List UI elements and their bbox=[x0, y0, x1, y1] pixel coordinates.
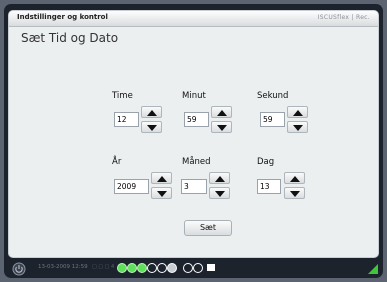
month-label: Måned bbox=[182, 157, 211, 167]
hour-up-button[interactable] bbox=[141, 106, 162, 118]
minute-down-button[interactable] bbox=[211, 121, 232, 133]
hour-input[interactable]: 12 bbox=[114, 112, 139, 127]
minute-input[interactable]: 59 bbox=[184, 112, 209, 127]
day-input[interactable]: 13 bbox=[257, 179, 281, 194]
hour-down-button[interactable] bbox=[141, 121, 162, 133]
set-button[interactable]: Sæt bbox=[184, 220, 232, 236]
hour-label: Time bbox=[112, 91, 133, 101]
year-label: År bbox=[112, 157, 122, 167]
page-title: Sæt Tid og Dato bbox=[21, 31, 119, 45]
day-down-button[interactable] bbox=[284, 187, 305, 199]
arrow-up-icon bbox=[215, 176, 225, 182]
device-frame: Indstillinger og kontrol ISCUSflex | Rec… bbox=[4, 4, 383, 278]
status-text: □ □ □ 4 bbox=[92, 264, 115, 270]
day-label: Dag bbox=[257, 157, 275, 167]
arrow-down-icon bbox=[215, 191, 225, 197]
second-input[interactable]: 59 bbox=[260, 112, 285, 127]
year-input[interactable]: 2009 bbox=[114, 179, 149, 194]
arrow-down-icon bbox=[293, 125, 303, 131]
arrow-down-icon bbox=[147, 125, 157, 131]
year-down-button[interactable] bbox=[151, 187, 172, 199]
arrow-up-icon bbox=[147, 110, 157, 116]
status-datetime: 13-03-2009 12:59 bbox=[38, 264, 88, 270]
status-indicators-icon bbox=[117, 263, 215, 273]
second-down-button[interactable] bbox=[287, 121, 308, 133]
minute-label: Minut bbox=[182, 91, 206, 101]
month-up-button[interactable] bbox=[209, 172, 230, 184]
arrow-down-icon bbox=[157, 191, 167, 197]
status-bar: 13-03-2009 12:59 □ □ □ 4 bbox=[4, 260, 383, 278]
arrow-up-icon bbox=[157, 176, 167, 182]
title-bar: Indstillinger og kontrol ISCUSflex | Rec… bbox=[9, 11, 378, 27]
corner-indicator-icon bbox=[368, 264, 378, 274]
arrow-up-icon bbox=[293, 110, 303, 116]
settings-panel: Indstillinger og kontrol ISCUSflex | Rec… bbox=[8, 10, 379, 258]
power-icon[interactable] bbox=[12, 262, 26, 276]
month-input[interactable]: 3 bbox=[181, 179, 207, 194]
arrow-down-icon bbox=[290, 191, 300, 197]
arrow-down-icon bbox=[217, 125, 227, 131]
day-up-button[interactable] bbox=[284, 172, 305, 184]
month-down-button[interactable] bbox=[209, 187, 230, 199]
second-label: Sekund bbox=[257, 91, 289, 101]
brand-logo: ISCUSflex | Rec. bbox=[317, 14, 370, 21]
window-title: Indstillinger og kontrol bbox=[17, 13, 108, 21]
arrow-up-icon bbox=[290, 176, 300, 182]
arrow-up-icon bbox=[217, 110, 227, 116]
second-up-button[interactable] bbox=[287, 106, 308, 118]
minute-up-button[interactable] bbox=[211, 106, 232, 118]
year-up-button[interactable] bbox=[151, 172, 172, 184]
